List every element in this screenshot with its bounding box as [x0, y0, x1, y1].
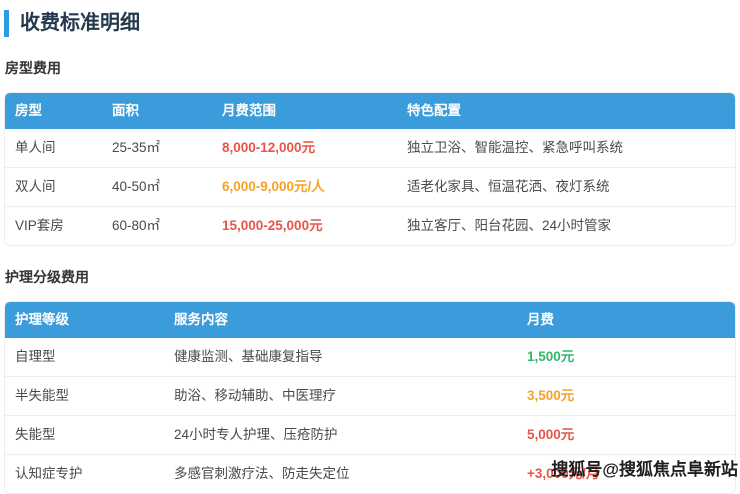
sohu-watermark: 搜狐号@搜狐焦点阜新站	[551, 460, 738, 479]
room-area-cell: 25-35㎡	[102, 129, 212, 168]
room-table-header-row: 房型 面积 月费范围 特色配置	[5, 93, 735, 129]
page-title-row: 收费标准明细	[4, 10, 736, 37]
room-fee-cell: 6,000-9,000元/人	[212, 167, 397, 207]
care-service-cell: 24小时专人护理、压疮防护	[164, 415, 517, 455]
room-header-fee: 月费范围	[212, 93, 397, 129]
room-features-cell: 适老化家具、恒温花洒、夜灯系统	[397, 167, 735, 207]
table-row: 自理型 健康监测、基础康复指导 1,500元	[5, 338, 735, 377]
care-header-fee: 月费	[517, 302, 735, 338]
page-content: 收费标准明细 房型费用 房型 面积 月费范围 特色配置 单人间 25-35㎡ 8…	[0, 0, 740, 494]
care-level-cell: 失能型	[5, 415, 164, 455]
care-service-cell: 健康监测、基础康复指导	[164, 338, 517, 377]
care-table-header-row: 护理等级 服务内容 月费	[5, 302, 735, 338]
room-type-cell: 单人间	[5, 129, 102, 168]
room-fee-cell: 8,000-12,000元	[212, 129, 397, 168]
room-type-cell: VIP套房	[5, 206, 102, 245]
table-row: 双人间 40-50㎡ 6,000-9,000元/人 适老化家具、恒温花洒、夜灯系…	[5, 167, 735, 207]
care-level-cell: 半失能型	[5, 376, 164, 416]
care-level-cell: 认知症专护	[5, 454, 164, 493]
care-fee-cell: 5,000元	[517, 415, 735, 455]
care-fee-cell: 1,500元	[517, 338, 735, 377]
room-type-cell: 双人间	[5, 167, 102, 207]
room-header-type: 房型	[5, 93, 102, 129]
section-title-care-fees: 护理分级费用	[5, 269, 89, 285]
room-features-cell: 独立客厅、阳台花园、24小时管家	[397, 206, 735, 245]
table-row: 失能型 24小时专人护理、压疮防护 5,000元	[5, 415, 735, 455]
table-row: 单人间 25-35㎡ 8,000-12,000元 独立卫浴、智能温控、紧急呼叫系…	[5, 129, 735, 168]
care-header-level: 护理等级	[5, 302, 164, 338]
room-header-area: 面积	[102, 93, 212, 129]
room-fee-table: 房型 面积 月费范围 特色配置 单人间 25-35㎡ 8,000-12,000元…	[4, 92, 736, 246]
table-row: VIP套房 60-80㎡ 15,000-25,000元 独立客厅、阳台花园、24…	[5, 206, 735, 245]
care-service-cell: 助浴、移动辅助、中医理疗	[164, 376, 517, 416]
page-title: 收费标准明细	[20, 12, 140, 34]
room-features-cell: 独立卫浴、智能温控、紧急呼叫系统	[397, 129, 735, 168]
room-fee-cell: 15,000-25,000元	[212, 206, 397, 245]
table-row: 半失能型 助浴、移动辅助、中医理疗 3,500元	[5, 376, 735, 416]
care-header-service: 服务内容	[164, 302, 517, 338]
room-area-cell: 40-50㎡	[102, 167, 212, 207]
care-fee-cell: 3,500元	[517, 376, 735, 416]
room-header-features: 特色配置	[397, 93, 735, 129]
section-title-room-fees: 房型费用	[5, 60, 61, 76]
room-area-cell: 60-80㎡	[102, 206, 212, 245]
title-accent-bar	[4, 10, 9, 37]
care-level-cell: 自理型	[5, 338, 164, 377]
care-service-cell: 多感官刺激疗法、防走失定位	[164, 454, 517, 493]
